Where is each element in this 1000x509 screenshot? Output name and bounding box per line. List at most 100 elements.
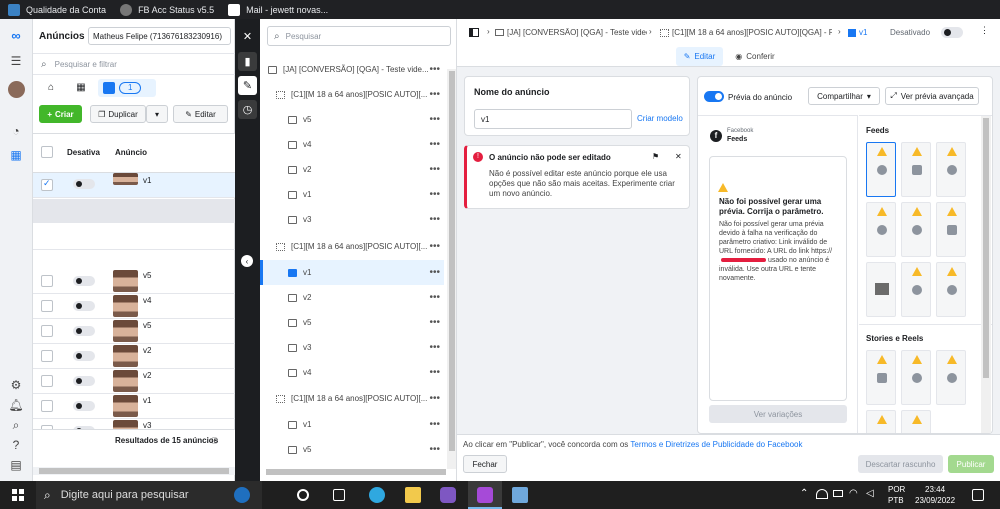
weather-icon[interactable] [234, 487, 250, 503]
close-icon[interactable]: ✕ [238, 27, 257, 46]
lang-layout[interactable]: PTB [888, 496, 904, 505]
more-icon[interactable]: ••• [429, 444, 440, 455]
more-icon[interactable]: ⋮ [980, 25, 989, 36]
tree-item-ad[interactable]: v1 ••• [260, 412, 444, 437]
more-icon[interactable]: ••• [429, 317, 440, 328]
taskbar-search[interactable]: ⌕ Digite aqui para pesquisar [36, 481, 262, 509]
menu-icon[interactable]: ☰ [8, 53, 24, 69]
more-icon[interactable]: ••• [429, 267, 440, 278]
row-toggle[interactable] [73, 179, 95, 189]
table-row[interactable]: v2 [33, 369, 235, 394]
cloud-icon[interactable] [816, 489, 828, 499]
search-icon[interactable]: ⌕ [8, 417, 24, 433]
table-row[interactable]: v5 [33, 319, 235, 344]
horizontal-scrollbar[interactable] [266, 469, 446, 475]
tree-item-adset[interactable]: [C1][M 18 a 64 anos][POSIC AUTO][... ••• [260, 82, 444, 107]
vertical-scrollbar[interactable] [981, 116, 991, 433]
more-icon[interactable]: ••• [429, 114, 440, 125]
table-row[interactable]: v5 [33, 269, 235, 294]
bookmark-mail[interactable]: Mail - jewett novas... [228, 3, 328, 16]
tree-item-ad-active[interactable]: v1 ••• [260, 260, 444, 285]
table-row[interactable]: v4 [33, 294, 235, 319]
close-button[interactable]: Fechar [463, 455, 507, 473]
more-icon[interactable]: ••• [429, 367, 440, 378]
more-icon[interactable]: ••• [429, 139, 440, 150]
feedback-icon[interactable]: ⚑ [652, 152, 659, 161]
report-icon[interactable]: ▤ [8, 457, 24, 473]
table-row[interactable]: ✓ v1 [33, 173, 235, 198]
share-button[interactable]: Compartilhar ▾ [808, 87, 880, 105]
account-selector[interactable]: Matheus Felipe (713676183230916) [88, 27, 231, 45]
file-explorer-icon[interactable] [405, 487, 421, 503]
more-icon[interactable]: ••• [429, 241, 440, 252]
placement-fb-marketplace[interactable] [936, 142, 966, 197]
row-toggle[interactable] [73, 276, 95, 286]
create-template-link[interactable]: Criar modelo [637, 114, 683, 123]
more-icon[interactable]: ••• [429, 419, 440, 430]
notes-icon[interactable] [512, 487, 528, 503]
preview-toggle[interactable] [704, 91, 724, 102]
more-icon[interactable]: ••• [429, 214, 440, 225]
create-button[interactable]: + Criar [39, 105, 82, 123]
placement-fb-stories[interactable] [901, 350, 931, 405]
placement-ig-feed[interactable] [901, 142, 931, 197]
tree-item-adset[interactable]: [C1][M 18 a 64 anos][POSIC AUTO][... ••• [260, 386, 444, 411]
meta-logo-icon[interactable]: ∞ [8, 27, 24, 43]
grid-icon[interactable]: ▦ [8, 147, 24, 163]
panel-toggle-icon[interactable] [469, 28, 479, 37]
more-icon[interactable]: ••• [429, 342, 440, 353]
table-row[interactable]: v1 [33, 394, 235, 419]
battery-icon[interactable] [833, 490, 843, 497]
advanced-preview-button[interactable]: ⤢ Ver prévia avançada [885, 87, 979, 105]
status-toggle[interactable] [941, 27, 963, 38]
breadcrumb-ad[interactable]: v1 [859, 28, 867, 37]
edit-tab[interactable]: ✎ Editar [676, 47, 723, 66]
tree-item-ad[interactable]: v2 ••• [260, 157, 444, 182]
horizontal-scrollbar[interactable] [33, 467, 235, 475]
tree-item-ad[interactable]: v5 ••• [260, 310, 444, 335]
history-icon[interactable]: ◷ [238, 100, 257, 119]
row-checkbox[interactable] [41, 275, 53, 287]
more-icon[interactable]: ••• [429, 393, 440, 404]
more-icon[interactable]: ••• [429, 89, 440, 100]
discard-draft-button[interactable]: Descartar rascunho [858, 455, 943, 473]
tree-item-campaign[interactable]: [JA] [CONVERSÃO] [QGA] - Teste vide... ••… [260, 57, 444, 82]
row-checkbox[interactable] [41, 350, 53, 362]
tree-item-ad[interactable]: v5 ••• [260, 437, 444, 462]
placement-image[interactable] [866, 262, 896, 317]
duplicate-button[interactable]: ❐ Duplicar [90, 105, 146, 123]
row-toggle[interactable] [73, 376, 95, 386]
placement-fb-right[interactable] [901, 202, 931, 257]
tree-item-ad[interactable]: v5 ••• [260, 107, 444, 132]
selected-ads-tab[interactable]: 1 [98, 79, 156, 97]
close-icon[interactable]: ✕ [675, 152, 682, 161]
app-icon[interactable] [440, 487, 456, 503]
tree-item-ad[interactable]: v3 ••• [260, 335, 444, 360]
tree-item-ad[interactable]: v4 ••• [260, 360, 444, 385]
edit-button[interactable]: ✎ Editar [173, 105, 228, 123]
table-row[interactable]: v2 [33, 344, 235, 369]
more-icon[interactable]: ••• [429, 189, 440, 200]
placement-fb-feed[interactable] [866, 142, 896, 197]
more-icon[interactable]: ••• [429, 64, 440, 75]
row-checkbox[interactable] [41, 400, 53, 412]
publish-button[interactable]: Publicar [948, 455, 994, 473]
row-toggle[interactable] [73, 351, 95, 361]
tree-search-input[interactable]: ⌕ Pesquisar [267, 26, 451, 46]
breadcrumb-campaign[interactable]: [JA] [CONVERSÃO] [QGA] - Teste video 1 [507, 28, 647, 37]
pencil-icon[interactable]: ✎ [238, 76, 257, 95]
dashboard-icon[interactable]: ◔ [8, 123, 24, 139]
row-toggle[interactable] [73, 326, 95, 336]
placement-fb-video[interactable] [866, 202, 896, 257]
tree-item-ad[interactable]: v2 ••• [260, 285, 444, 310]
placement-messenger-stories[interactable] [936, 350, 966, 405]
avatar[interactable] [8, 81, 25, 98]
row-checkbox[interactable] [41, 325, 53, 337]
vertical-scrollbar[interactable] [447, 69, 456, 469]
row-checkbox[interactable] [41, 375, 53, 387]
tree-item-ad[interactable]: v1 ••• [260, 182, 444, 207]
collapse-icon[interactable]: ‹ [241, 255, 253, 267]
wifi-icon[interactable]: ◠ [849, 488, 858, 499]
cortana-icon[interactable] [297, 489, 309, 501]
info-icon[interactable]: ⓘ [211, 436, 218, 446]
